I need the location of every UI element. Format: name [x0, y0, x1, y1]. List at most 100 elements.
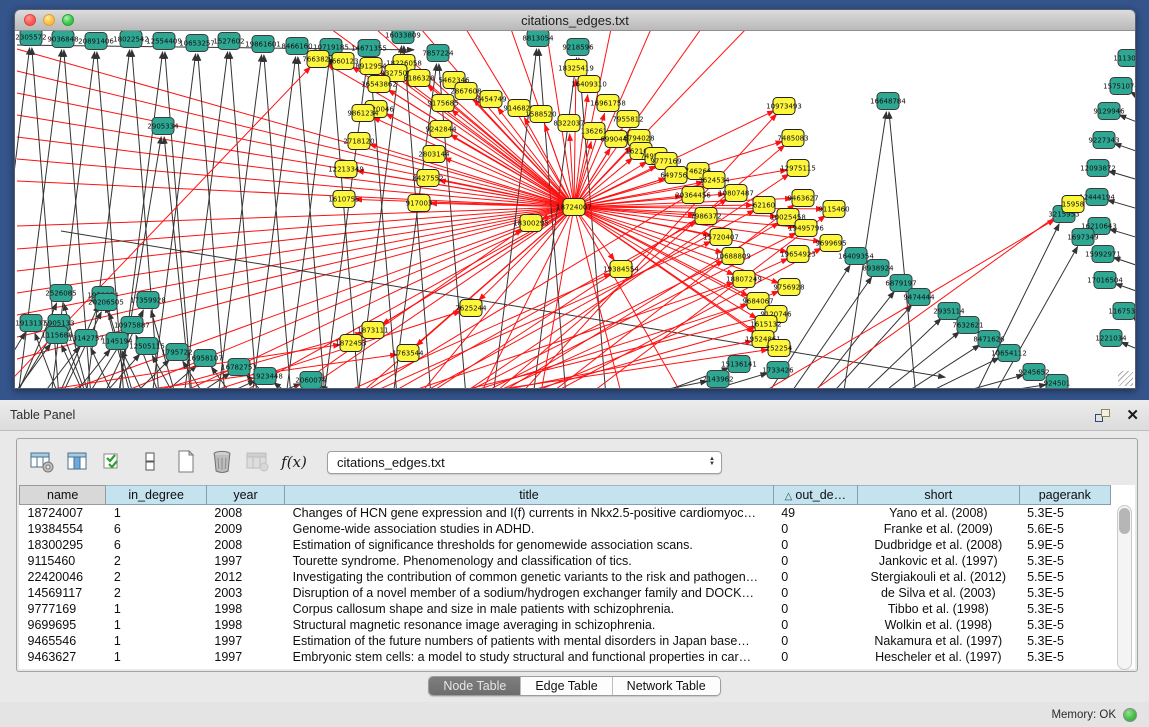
table-cell[interactable]: 0	[773, 617, 857, 633]
graph-node[interactable]: 1873111	[357, 322, 388, 339]
table-cell[interactable]: Dudbridge et al. (2008)	[858, 537, 1020, 553]
graph-node[interactable]: 1113044	[1113, 50, 1135, 67]
graph-node[interactable]: 924501	[1044, 375, 1071, 389]
graph-node[interactable]: 7986372	[690, 208, 721, 225]
table-cell[interactable]: 9777169	[20, 601, 106, 617]
table-cell[interactable]: 49	[773, 505, 857, 521]
graph-node[interactable]: 7955812	[612, 111, 643, 128]
table-row[interactable]: 1938455462009Genome-wide association stu…	[20, 521, 1111, 537]
graph-node[interactable]: 9129946	[1093, 103, 1125, 120]
memory-status-indicator[interactable]	[1123, 708, 1137, 722]
float-panel-icon[interactable]	[1095, 409, 1110, 422]
column-header-year[interactable]: year	[206, 486, 284, 505]
graph-node[interactable]: 1615132	[750, 316, 781, 333]
graph-node[interactable]: 20364456	[675, 187, 711, 204]
graph-node[interactable]: 1221034	[1095, 330, 1127, 347]
table-cell[interactable]: 18300295	[20, 537, 106, 553]
table-cell[interactable]: 19384554	[20, 521, 106, 537]
graph-node[interactable]: 2143962	[702, 371, 733, 388]
table-cell[interactable]: 1	[106, 505, 207, 521]
graph-node[interactable]: 15992971	[1085, 246, 1121, 263]
graph-node[interactable]: 7857224	[422, 45, 454, 62]
table-cell[interactable]: 2	[106, 569, 207, 585]
table-cell[interactable]: 9115460	[20, 553, 106, 569]
table-cell[interactable]: Investigating the contribution of common…	[285, 569, 774, 585]
table-row[interactable]: 1872400712008Changes of HCN gene express…	[20, 505, 1111, 521]
table-cell[interactable]: 2	[106, 553, 207, 569]
table-cell[interactable]: 0	[773, 553, 857, 569]
table-cell[interactable]: 14569117	[20, 585, 106, 601]
table-cell[interactable]: 5.3E-5	[1019, 505, 1110, 521]
graph-node[interactable]: 18022542	[113, 31, 149, 48]
graph-node[interactable]: 15958	[1062, 196, 1084, 213]
table-row[interactable]: 1456911722003Disruption of a novel membe…	[20, 585, 1111, 601]
table-cell[interactable]: 5.6E-5	[1019, 521, 1110, 537]
table-settings-button[interactable]	[29, 449, 55, 475]
table-cell[interactable]: 0	[773, 585, 857, 601]
graph-node[interactable]: 1733426	[762, 362, 794, 379]
table-cell[interactable]: 2009	[206, 521, 284, 537]
graph-node[interactable]: 18325419	[558, 60, 594, 77]
minimize-window-button[interactable]	[43, 14, 55, 26]
table-cell[interactable]: 5.3E-5	[1019, 633, 1110, 649]
close-panel-icon[interactable]: ✕	[1126, 409, 1139, 422]
table-cell[interactable]: 0	[773, 537, 857, 553]
graph-node[interactable]: 1167539	[1108, 303, 1135, 320]
table-cell[interactable]: 5.3E-5	[1019, 649, 1110, 665]
table-cell[interactable]: Estimation of significance thresholds fo…	[285, 537, 774, 553]
table-cell[interactable]: Yano et al. (2008)	[858, 505, 1020, 521]
table-cell[interactable]: 1	[106, 617, 207, 633]
table-cell[interactable]: 1	[106, 649, 207, 665]
tab-network-table[interactable]: Network Table	[612, 677, 720, 695]
graph-node[interactable]: 7625244	[455, 300, 487, 317]
table-cell[interactable]: 9465546	[20, 633, 106, 649]
graph-node[interactable]: 9463627	[787, 190, 818, 207]
table-cell[interactable]: 6	[106, 521, 207, 537]
graph-node[interactable]: 8938924	[862, 260, 894, 277]
table-cell[interactable]: 18724007	[20, 505, 106, 521]
table-cell[interactable]: Nakamura et al. (1997)	[858, 633, 1020, 649]
graph-node[interactable]: 7485083	[777, 130, 808, 147]
table-cell[interactable]: Changes of HCN gene expression and I(f) …	[285, 505, 774, 521]
graph-node[interactable]: 12975115	[780, 160, 816, 177]
table-cell[interactable]: 22420046	[20, 569, 106, 585]
table-cell[interactable]: 1997	[206, 553, 284, 569]
graph-node[interactable]: 917003	[406, 195, 433, 212]
table-cell[interactable]: 1	[106, 633, 207, 649]
table-cell[interactable]: 2003	[206, 585, 284, 601]
graph-node[interactable]: 20891406	[78, 33, 114, 50]
network-view-window[interactable]: citations_edges.txt 23055729036848208914…	[14, 9, 1136, 389]
graph-node[interactable]: 15136141	[721, 356, 757, 373]
graph-node[interactable]: 1697349	[1067, 229, 1098, 246]
function-builder-button[interactable]: f(x)	[281, 449, 307, 475]
table-cell[interactable]: 9463627	[20, 649, 106, 665]
table-cell[interactable]: 2012	[206, 569, 284, 585]
table-cell[interactable]: Franke et al. (2009)	[858, 521, 1020, 537]
table-cell[interactable]: Wolkin et al. (1998)	[858, 617, 1020, 633]
table-cell[interactable]: 0	[773, 569, 857, 585]
scrollbar-thumb[interactable]	[1119, 508, 1130, 534]
graph-node[interactable]: 1588520	[525, 106, 556, 123]
table-cell[interactable]: 0	[773, 601, 857, 617]
graph-node[interactable]: 12093872	[1080, 160, 1116, 177]
column-header-pagerank[interactable]: pagerank	[1019, 486, 1110, 505]
table-cell[interactable]: 2	[106, 585, 207, 601]
graph-node[interactable]: 16648784	[870, 93, 906, 110]
graph-node[interactable]: 12444194	[1079, 189, 1115, 206]
table-cell[interactable]: 2008	[206, 537, 284, 553]
table-vertical-scrollbar[interactable]	[1117, 505, 1132, 670]
graph-node[interactable]: 1527602	[213, 33, 244, 50]
table-cell[interactable]: Embryonic stem cells: a model to study s…	[285, 649, 774, 665]
table-cell[interactable]: Corpus callosum shape and size in male p…	[285, 601, 774, 617]
table-cell[interactable]: 0	[773, 521, 857, 537]
graph-node[interactable]: 14671355	[351, 40, 387, 57]
merge-rows-button[interactable]	[137, 449, 163, 475]
graph-node[interactable]: 2718120	[343, 133, 374, 150]
window-titlebar[interactable]: citations_edges.txt	[15, 10, 1135, 31]
graph-node[interactable]: 2060074	[295, 372, 327, 389]
zoom-window-button[interactable]	[62, 14, 74, 26]
table-cell[interactable]: Genome-wide association studies in ADHD.	[285, 521, 774, 537]
column-header-short[interactable]: short	[858, 486, 1020, 505]
table-cell[interactable]: 5.3E-5	[1019, 601, 1110, 617]
graph-node[interactable]: 9474444	[903, 289, 935, 306]
